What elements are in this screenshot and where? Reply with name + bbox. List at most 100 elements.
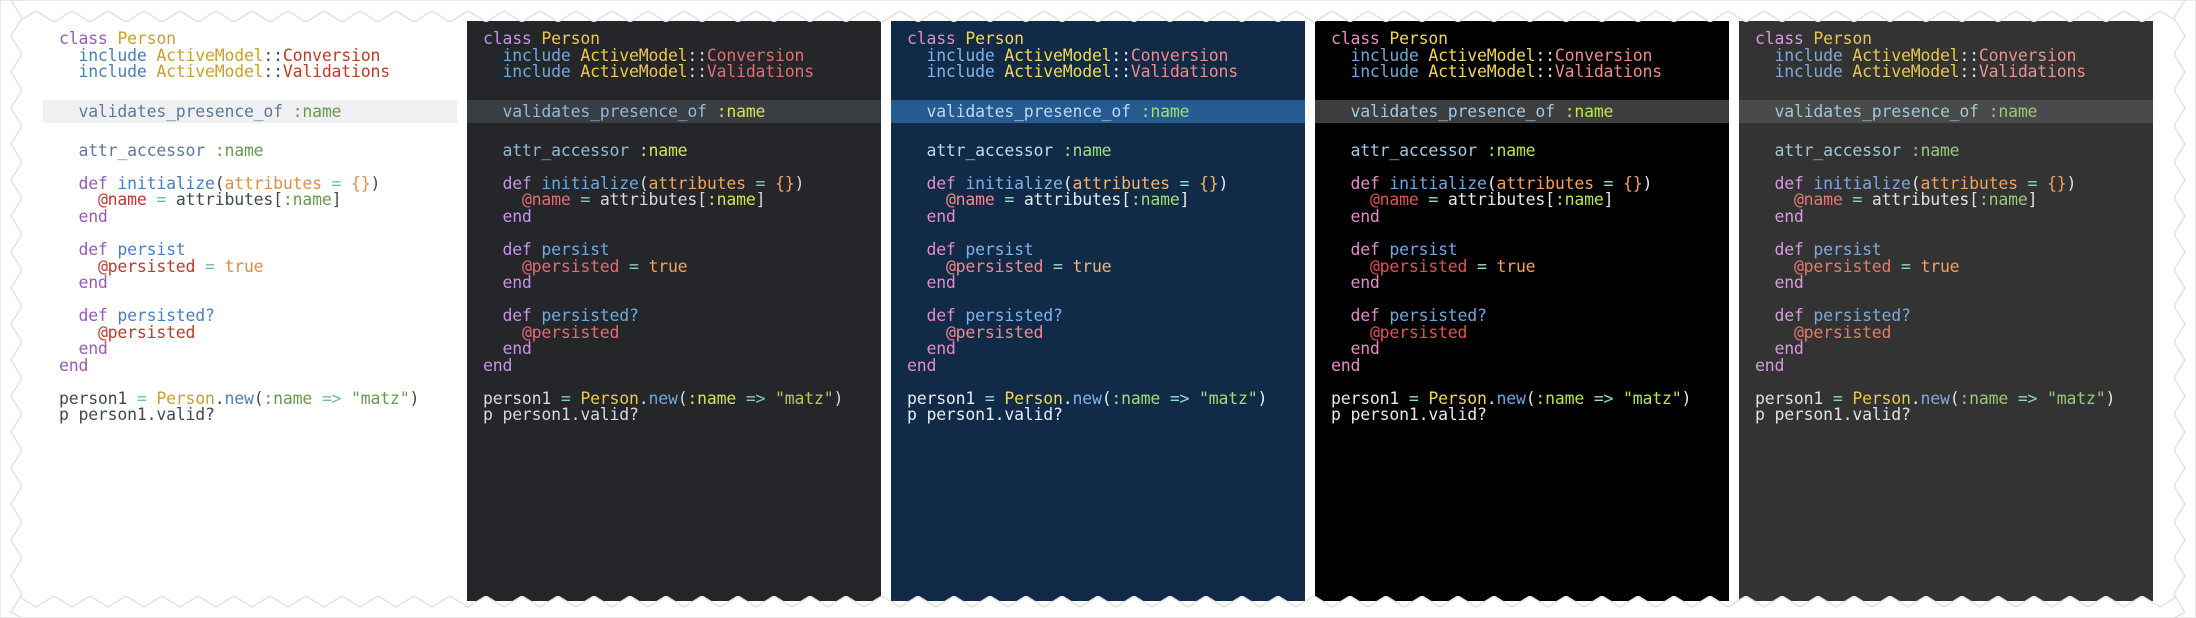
code-line[interactable]: end — [891, 341, 1305, 358]
code-line[interactable] — [1739, 81, 2153, 98]
code-token-sym: :name — [214, 140, 264, 160]
code-line[interactable]: attr_accessor :name — [1739, 140, 2153, 160]
code-panel-navy-blue[interactable]: class Person include ActiveModel::Conver… — [891, 21, 1305, 601]
code-token-fn: include — [78, 62, 157, 82]
code-token-fn: new — [224, 388, 254, 408]
code-line[interactable]: p person1.valid? — [467, 407, 881, 424]
code-token-sym: :name — [1910, 140, 1960, 160]
code-token-pl: ] — [755, 190, 766, 210]
code-panel-dark-charcoal[interactable]: class Person include ActiveModel::Conver… — [467, 21, 881, 601]
code-token-num: true — [224, 256, 264, 276]
code-line[interactable] — [1315, 81, 1729, 98]
code-line[interactable]: include ActiveModel::Validations — [1315, 63, 1729, 81]
code-line[interactable]: p person1.valid? — [1315, 407, 1729, 424]
code-line[interactable]: end — [467, 208, 881, 226]
code-line[interactable]: end — [891, 357, 1305, 375]
code-block[interactable]: class Person include ActiveModel::Conver… — [467, 30, 881, 424]
code-token-meth: validates_presence_of — [78, 102, 293, 122]
code-block[interactable]: class Person include ActiveModel::Conver… — [1739, 30, 2153, 424]
code-token-sym: :name — [687, 388, 737, 408]
code-token-kw: end — [1350, 206, 1380, 226]
code-token-ivar: @persisted — [97, 256, 196, 276]
code-line[interactable]: attr_accessor :name — [43, 140, 457, 160]
code-line[interactable]: include ActiveModel::Validations — [891, 63, 1305, 81]
code-line[interactable]: end — [1315, 274, 1729, 292]
code-token-sym: :name — [1535, 388, 1585, 408]
code-line[interactable]: end — [1739, 208, 2153, 226]
code-token-pl: [ — [1969, 190, 1979, 210]
code-token-pl: :: — [263, 62, 283, 82]
code-token-ivar: @persisted — [1793, 256, 1892, 276]
code-line[interactable]: end — [891, 274, 1305, 292]
code-block[interactable]: class Person include ActiveModel::Conver… — [43, 30, 457, 424]
code-token-op: = — [1418, 190, 1448, 210]
code-token-pl: ) — [409, 388, 420, 408]
code-line-highlighted[interactable]: validates_presence_of :name — [467, 100, 881, 124]
code-line-highlighted[interactable]: validates_presence_of :name — [1315, 100, 1729, 124]
code-panel-light[interactable]: class Person include ActiveModel::Conver… — [43, 21, 457, 601]
code-token-op: = — [195, 256, 225, 276]
code-line[interactable]: attr_accessor :name — [891, 140, 1305, 160]
code-line[interactable]: end — [1315, 341, 1729, 358]
code-token-mod: Validations — [706, 62, 814, 82]
code-token-pl: ) — [2066, 173, 2077, 193]
code-panel-black[interactable]: class Person include ActiveModel::Conver… — [1315, 21, 1729, 601]
code-line[interactable]: end — [1315, 357, 1729, 375]
code-token-pl: valid? — [1852, 405, 1911, 425]
code-line[interactable]: p person1.valid? — [891, 407, 1305, 424]
code-line-highlighted[interactable]: validates_presence_of :name — [891, 100, 1305, 124]
code-line[interactable]: include ActiveModel::Validations — [1739, 62, 2153, 82]
code-token-op: = — [1043, 256, 1073, 276]
code-line[interactable]: end — [467, 341, 881, 358]
code-line[interactable]: end — [891, 208, 1305, 226]
code-line-highlighted[interactable]: validates_presence_of :name — [1739, 100, 2153, 124]
theme-comparison-strip: class Person include ActiveModel::Conver… — [43, 21, 2153, 601]
code-line[interactable]: attr_accessor :name — [467, 142, 881, 160]
code-line[interactable] — [43, 81, 457, 98]
code-line[interactable]: include ActiveModel::Validations — [467, 62, 881, 82]
code-line[interactable]: attr_accessor :name — [1315, 142, 1729, 160]
code-block[interactable]: class Person include ActiveModel::Conver… — [891, 30, 1305, 424]
code-token-pl: valid? — [156, 405, 215, 425]
code-line[interactable]: end — [1739, 341, 2153, 358]
code-line[interactable]: end — [467, 274, 881, 292]
code-line[interactable]: end — [1739, 357, 2153, 375]
code-line[interactable]: end — [467, 357, 881, 375]
code-line[interactable]: end — [43, 273, 457, 293]
code-token-meth: attr_accessor — [926, 140, 1063, 160]
code-line[interactable]: end — [1315, 206, 1729, 226]
code-line[interactable]: end — [43, 341, 457, 358]
code-token-mod: Validations — [1978, 62, 2086, 82]
code-line[interactable] — [467, 81, 881, 98]
code-token-sym: :name — [706, 190, 756, 210]
code-token-pl: attributes — [599, 190, 698, 210]
code-line[interactable]: include ActiveModel::Validations — [43, 62, 457, 82]
code-token-num: true — [1072, 256, 1112, 276]
code-line[interactable]: end — [43, 208, 457, 226]
code-line[interactable]: p person1.valid? — [1739, 407, 2153, 424]
torn-edge-left-icon — [0, 0, 22, 618]
code-token-pl: ) — [833, 388, 844, 408]
code-token-op: => — [1160, 388, 1200, 408]
code-token-pl: p person1 — [907, 405, 995, 425]
code-token-kw: end — [78, 273, 108, 293]
code-line[interactable]: end — [43, 357, 457, 375]
code-token-fn: new — [1920, 388, 1950, 408]
code-token-pl: :: — [687, 62, 707, 82]
code-block[interactable]: class Person include ActiveModel::Conver… — [1315, 30, 1729, 424]
code-token-sym: :name — [716, 102, 766, 122]
code-token-pl: ( — [1949, 388, 1960, 408]
code-token-fn: new — [1496, 388, 1526, 408]
code-token-pl: p person1 — [1755, 405, 1843, 425]
code-line[interactable]: end — [1739, 274, 2153, 292]
code-token-pl: ] — [1603, 190, 1614, 210]
code-line-highlighted[interactable]: validates_presence_of :name — [43, 100, 457, 124]
code-token-sym: :name — [1062, 140, 1112, 160]
code-line[interactable] — [891, 81, 1305, 98]
code-panel-dark-gray[interactable]: class Person include ActiveModel::Conver… — [1739, 21, 2153, 601]
code-line[interactable]: p person1.valid? — [43, 407, 457, 424]
code-token-op: = — [994, 190, 1024, 210]
